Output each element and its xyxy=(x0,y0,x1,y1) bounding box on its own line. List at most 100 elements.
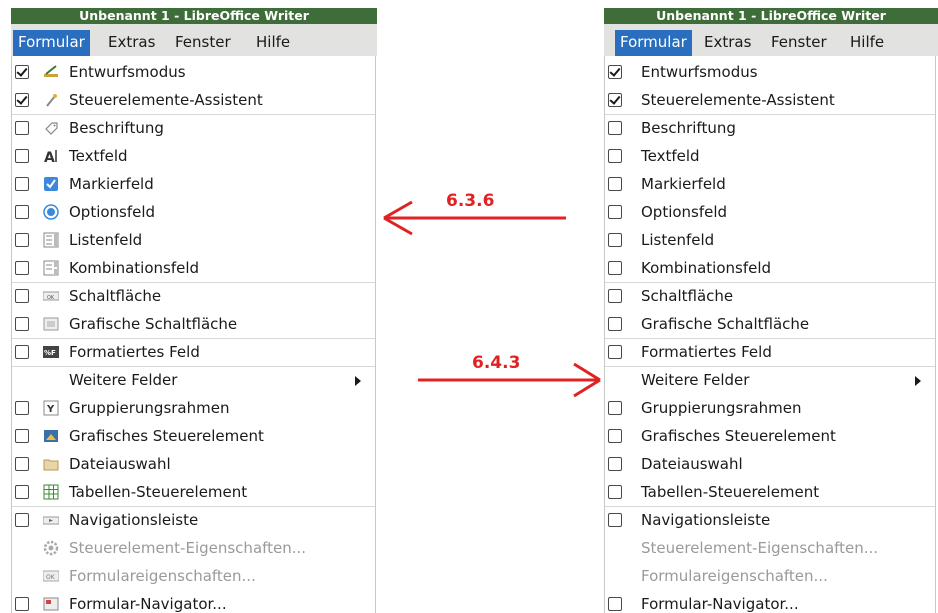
menu-fenster[interactable]: Fenster xyxy=(170,31,236,55)
menu-item-beschriftung[interactable]: Beschriftung xyxy=(605,114,935,142)
menu-item-listenfeld[interactable]: Listenfeld xyxy=(605,226,935,254)
menu-item-gruppierungsrahmen[interactable]: Gruppierungsrahmen xyxy=(605,394,935,422)
menu-item-markierfeld[interactable]: Markierfeld xyxy=(605,170,935,198)
menu-item-formulareigenschaften: Formulareigenschaften... xyxy=(605,562,935,590)
checkmark-unchecked-icon[interactable] xyxy=(608,205,622,219)
menu-item-kombinationsfeld[interactable]: Kombinationsfeld xyxy=(12,254,375,282)
menu-item-grafisches-steuerelement[interactable]: Grafisches Steuerelement xyxy=(605,422,935,450)
menu-item-weitere-felder[interactable]: Weitere Felder xyxy=(12,366,375,394)
menu-item-markierfeld[interactable]: Markierfeld xyxy=(12,170,375,198)
checkmark-unchecked-icon[interactable] xyxy=(608,485,622,499)
checkmark-unchecked-icon[interactable] xyxy=(608,149,622,163)
menu-extras[interactable]: Extras xyxy=(699,31,756,55)
checkmark-unchecked-icon[interactable] xyxy=(15,121,29,135)
arrow-label-left: 6.3.6 xyxy=(446,191,495,211)
svg-text:Y: Y xyxy=(46,404,55,415)
menu-item-beschriftung[interactable]: Beschriftung xyxy=(12,114,375,142)
menu-item-formatiertes-feld[interactable]: %F Formatiertes Feld xyxy=(12,338,375,366)
checkmark-unchecked-icon[interactable] xyxy=(608,597,622,611)
menu-item-grafische-schaltfl-che[interactable]: Grafische Schaltfläche xyxy=(605,310,935,338)
checkmark-unchecked-icon[interactable] xyxy=(608,289,622,303)
checkmark-unchecked-icon[interactable] xyxy=(608,513,622,527)
menu-item-formular-navigator[interactable]: Formular-Navigator... xyxy=(12,590,375,613)
menu-item-label: Optionsfeld xyxy=(641,203,728,221)
checkmark-unchecked-icon[interactable] xyxy=(15,345,29,359)
checkmark-unchecked-icon[interactable] xyxy=(15,317,29,331)
checkmark-unchecked-icon[interactable] xyxy=(15,233,29,247)
menu-item-steuerelemente-assistent[interactable]: Steuerelemente-Assistent xyxy=(605,86,935,114)
menu-item-schaltfl-che[interactable]: Schaltfläche xyxy=(605,282,935,310)
menu-item-dateiauswahl[interactable]: Dateiauswahl xyxy=(605,450,935,478)
menu-item-listenfeld[interactable]: Listenfeld xyxy=(12,226,375,254)
checkmark-unchecked-icon[interactable] xyxy=(608,401,622,415)
menu-item-tabellen-steuerelement[interactable]: Tabellen-Steuerelement xyxy=(12,478,375,506)
menu-item-kombinationsfeld[interactable]: Kombinationsfeld xyxy=(605,254,935,282)
menu-item-textfeld[interactable]: Textfeld xyxy=(605,142,935,170)
menu-extras[interactable]: Extras xyxy=(103,31,160,55)
formatted-field-icon: %F xyxy=(43,344,59,360)
menu-hilfe[interactable]: Hilfe xyxy=(251,31,295,55)
push-button-icon: OK xyxy=(42,288,60,304)
checkmark-unchecked-icon[interactable] xyxy=(15,597,29,611)
svg-text:%F: %F xyxy=(44,349,56,357)
menu-fenster[interactable]: Fenster xyxy=(766,31,832,55)
checkmark-unchecked-icon[interactable] xyxy=(15,513,29,527)
checkmark-unchecked-icon[interactable] xyxy=(608,121,622,135)
form-properties-icon: OK xyxy=(42,568,60,584)
menu-item-label: Tabellen-Steuerelement xyxy=(641,483,820,501)
menu-item-optionsfeld[interactable]: Optionsfeld xyxy=(605,198,935,226)
checkmark-unchecked-icon[interactable] xyxy=(608,261,622,275)
checkmark-unchecked-icon[interactable] xyxy=(608,457,622,471)
checkmark-checked-icon[interactable] xyxy=(608,93,622,107)
checkmark-unchecked-icon[interactable] xyxy=(15,429,29,443)
menu-item-weitere-felder[interactable]: Weitere Felder xyxy=(605,366,935,394)
group-box-icon: Y xyxy=(43,400,59,416)
menu-item-navigationsleiste[interactable]: Navigationsleiste xyxy=(12,506,375,534)
menu-item-label: Grafisches Steuerelement xyxy=(69,427,264,445)
combobox-icon xyxy=(43,260,59,276)
checkmark-checked-icon[interactable] xyxy=(15,65,29,79)
checkmark-unchecked-icon[interactable] xyxy=(15,401,29,415)
menu-item-entwurfsmodus[interactable]: Entwurfsmodus xyxy=(605,58,935,86)
menu-item-grafisches-steuerelement[interactable]: Grafisches Steuerelement xyxy=(12,422,375,450)
menu-item-steuerelemente-assistent[interactable]: Steuerelemente-Assistent xyxy=(12,86,375,114)
menu-item-label: Steuerelemente-Assistent xyxy=(641,91,835,109)
menu-item-formatiertes-feld[interactable]: Formatiertes Feld xyxy=(605,338,935,366)
listbox-icon xyxy=(43,232,59,248)
menu-formular[interactable]: Formular xyxy=(13,30,90,56)
menu-item-textfeld[interactable]: A Textfeld xyxy=(12,142,375,170)
checkmark-unchecked-icon[interactable] xyxy=(15,149,29,163)
svg-text:OK: OK xyxy=(46,574,56,581)
checkmark-unchecked-icon[interactable] xyxy=(15,261,29,275)
menu-item-label: Kombinationsfeld xyxy=(69,259,200,277)
menu-item-schaltfl-che[interactable]: OK Schaltfläche xyxy=(12,282,375,310)
checkmark-checked-icon[interactable] xyxy=(15,93,29,107)
menu-item-formular-navigator[interactable]: Formular-Navigator... xyxy=(605,590,935,613)
checkmark-unchecked-icon[interactable] xyxy=(608,429,622,443)
menu-item-tabellen-steuerelement[interactable]: Tabellen-Steuerelement xyxy=(605,478,935,506)
checkmark-unchecked-icon[interactable] xyxy=(608,345,622,359)
menu-item-grafische-schaltfl-che[interactable]: Grafische Schaltfläche xyxy=(12,310,375,338)
checkmark-unchecked-icon[interactable] xyxy=(15,289,29,303)
menu-item-label: Listenfeld xyxy=(641,231,715,249)
checkmark-unchecked-icon[interactable] xyxy=(15,177,29,191)
menu-hilfe[interactable]: Hilfe xyxy=(845,31,889,55)
checkmark-unchecked-icon[interactable] xyxy=(15,485,29,499)
checkmark-unchecked-icon[interactable] xyxy=(608,177,622,191)
navigation-bar-icon xyxy=(42,512,60,528)
design-mode-icon xyxy=(43,64,59,80)
checkmark-unchecked-icon[interactable] xyxy=(15,205,29,219)
checkmark-unchecked-icon[interactable] xyxy=(608,317,622,331)
menu-item-entwurfsmodus[interactable]: Entwurfsmodus xyxy=(12,58,375,86)
menu-item-optionsfeld[interactable]: Optionsfeld xyxy=(12,198,375,226)
checkmark-checked-icon[interactable] xyxy=(608,65,622,79)
menu-item-gruppierungsrahmen[interactable]: Y Gruppierungsrahmen xyxy=(12,394,375,422)
menu-item-label: Steuerelement-Eigenschaften... xyxy=(69,539,307,557)
checkmark-unchecked-icon[interactable] xyxy=(608,233,622,247)
menu-formular[interactable]: Formular xyxy=(615,30,692,56)
menu-item-label: Entwurfsmodus xyxy=(69,63,186,81)
menu-item-navigationsleiste[interactable]: Navigationsleiste xyxy=(605,506,935,534)
menu-item-label: Markierfeld xyxy=(641,175,726,193)
checkmark-unchecked-icon[interactable] xyxy=(15,457,29,471)
menu-item-dateiauswahl[interactable]: Dateiauswahl xyxy=(12,450,375,478)
